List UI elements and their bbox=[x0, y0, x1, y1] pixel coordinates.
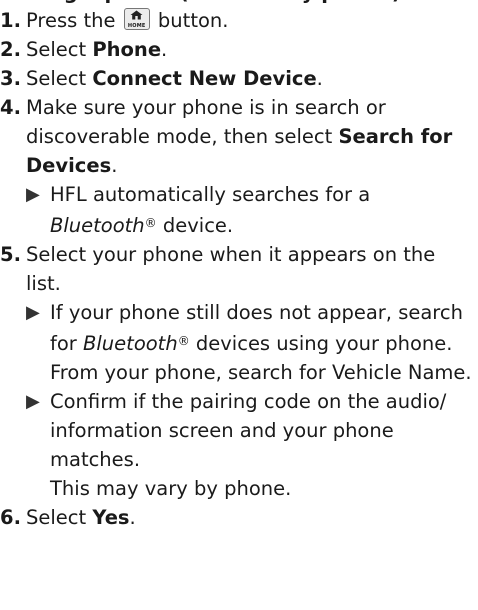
instructions: 1. Press the HOME button. 2. Select Phon… bbox=[0, 6, 476, 532]
note-phone-not-appear: ▶ If your phone still does not appear, s… bbox=[26, 298, 476, 387]
note-pairing-code: ▶ Confirm if the pairing code on the aud… bbox=[26, 387, 476, 503]
step-number: 2. bbox=[0, 38, 21, 61]
menu-option-connect-new-device: Connect New Device bbox=[92, 67, 317, 90]
step-6: 6. Select Yes. bbox=[0, 503, 476, 532]
step-number: 3. bbox=[0, 67, 21, 90]
step-2: 2. Select Phone. bbox=[0, 35, 476, 64]
step-number: 4. bbox=[0, 96, 21, 119]
arrow-right-icon: ▶ bbox=[26, 184, 40, 205]
step-number: 1. bbox=[0, 9, 21, 32]
step-3: 3. Select Connect New Device. bbox=[0, 64, 476, 93]
step-1: 1. Press the HOME button. bbox=[0, 6, 476, 35]
step-number: 6. bbox=[0, 506, 21, 529]
step-number: 5. bbox=[0, 243, 21, 266]
menu-option-phone: Phone bbox=[92, 38, 162, 61]
step-4: 4. Make sure your phone is in search or … bbox=[0, 93, 476, 240]
step-5: 5. Select your phone when it appears on … bbox=[0, 240, 476, 503]
menu-option-yes: Yes bbox=[92, 506, 130, 529]
arrow-right-icon: ▶ bbox=[26, 302, 40, 323]
arrow-right-icon: ▶ bbox=[26, 391, 40, 412]
home-button-icon: HOME bbox=[123, 8, 150, 30]
note-hfl-search: ▶ HFL automatically searches for a Bluet… bbox=[26, 180, 476, 240]
